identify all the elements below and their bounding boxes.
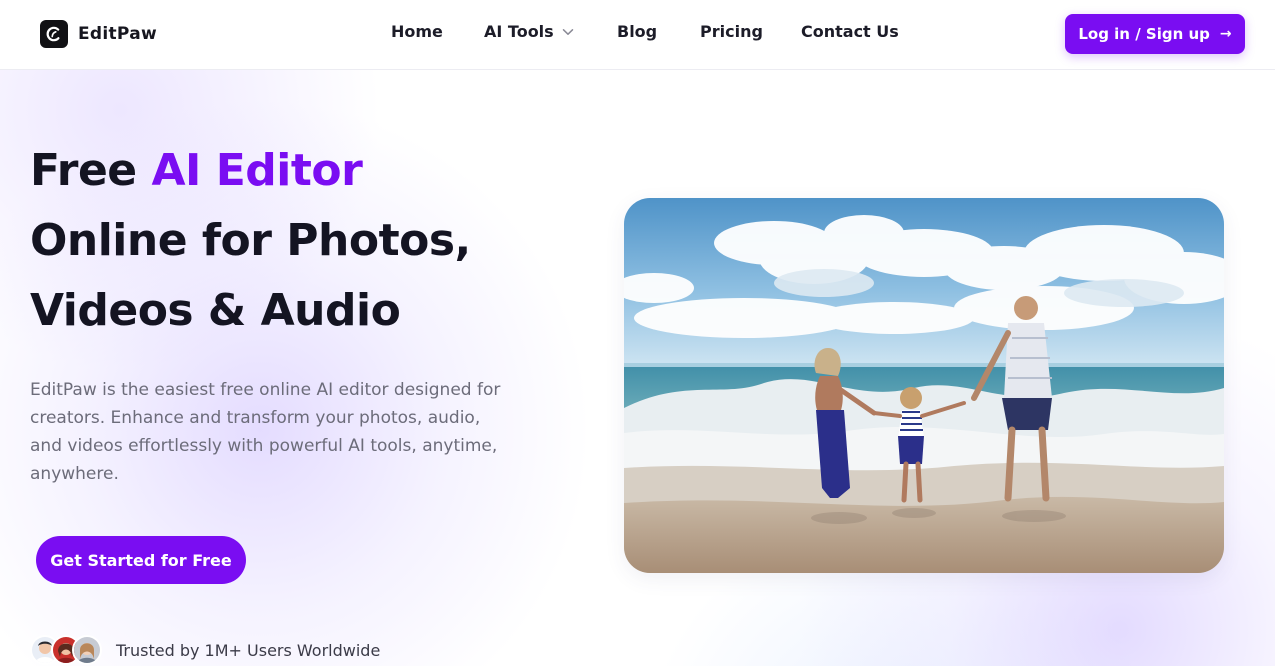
login-signup-button[interactable]: Log in / Sign up → <box>1065 14 1245 54</box>
hero-title-prefix: Free <box>30 145 152 196</box>
brand-logo[interactable]: EditPaw <box>40 20 157 48</box>
chevron-down-icon <box>562 28 574 36</box>
nav-home[interactable]: Home <box>391 22 443 41</box>
trust-badge: Trusted by 1M+ Users Worldwide <box>30 632 380 668</box>
nav-contact-us[interactable]: Contact Us <box>801 22 899 41</box>
hero-title-line2: Online for Photos, <box>30 215 471 266</box>
nav-ai-tools-label: AI Tools <box>484 22 554 41</box>
top-navigation-bar: EditPaw Home AI Tools Blog Pricing Conta… <box>0 0 1275 70</box>
trust-text: Trusted by 1M+ Users Worldwide <box>116 640 381 660</box>
login-signup-label: Log in / Sign up <box>1078 25 1210 43</box>
arrow-right-icon: → <box>1219 26 1232 42</box>
nav-ai-tools[interactable]: AI Tools <box>484 22 574 41</box>
avatar <box>72 635 102 665</box>
nav-blog[interactable]: Blog <box>617 22 657 41</box>
brand-name: EditPaw <box>78 24 158 44</box>
hero-title: Free AI Editor Online for Photos, Videos… <box>30 136 590 346</box>
hero-beach-family-image <box>624 198 1224 573</box>
hero-title-line3: Videos & Audio <box>30 285 401 336</box>
nav-pricing[interactable]: Pricing <box>700 22 763 41</box>
hero-title-accent: AI Editor <box>151 145 363 196</box>
editpaw-logo-icon <box>40 20 68 48</box>
get-started-button[interactable]: Get Started for Free <box>36 536 246 584</box>
hero-description: EditPaw is the easiest free online AI ed… <box>30 380 501 484</box>
user-avatars <box>30 635 102 665</box>
